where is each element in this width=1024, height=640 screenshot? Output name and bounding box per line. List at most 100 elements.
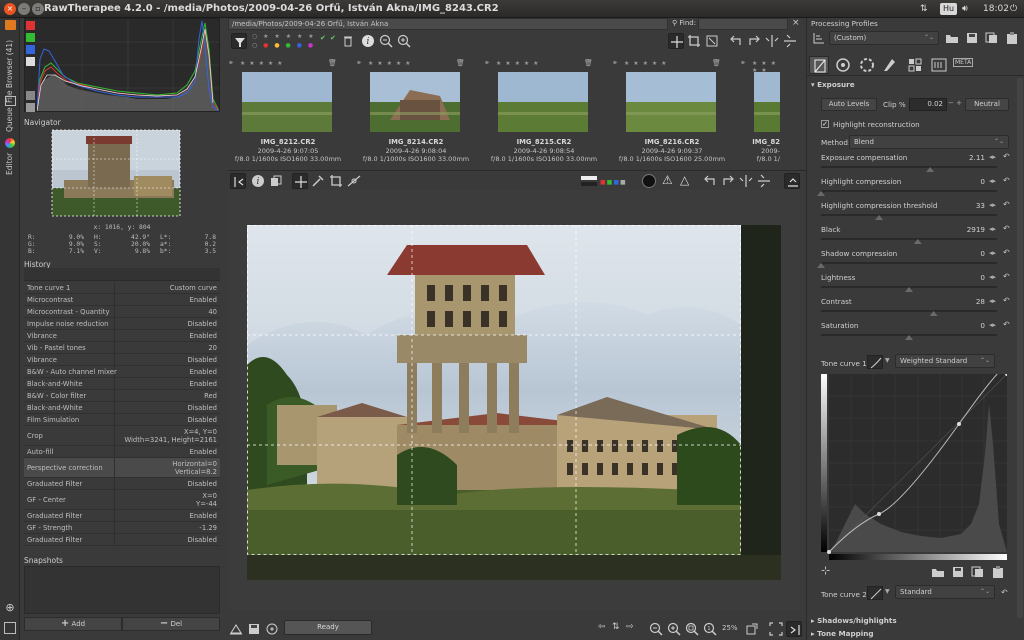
history-item[interactable]: Perspective correction Horizontal=0 Vertic… (24, 458, 220, 478)
thumbnail-image[interactable] (370, 72, 460, 132)
info-icon[interactable]: i (360, 33, 376, 49)
slider-track[interactable] (821, 214, 997, 216)
flip-horizontal-icon[interactable] (764, 33, 780, 49)
sync-icon[interactable]: ⇅ (612, 622, 620, 632)
flip-vertical-icon[interactable] (782, 33, 798, 49)
save-image-icon[interactable] (246, 621, 262, 637)
history-item[interactable]: Film Simulation Disabled (24, 414, 220, 426)
histogram-blue-toggle[interactable] (26, 45, 35, 54)
zoom-in-icon[interactable] (666, 621, 682, 637)
slider-value[interactable]: 0 (937, 249, 985, 258)
link-icon[interactable]: ⚭ (740, 59, 746, 67)
next-image-icon[interactable]: ⇨ (626, 622, 634, 632)
slider-value[interactable]: 0 (937, 177, 985, 186)
tab-transform-icon[interactable] (905, 56, 925, 74)
right-panel-scrollbar[interactable] (1017, 78, 1023, 618)
history-item[interactable]: Black-and-White Enabled (24, 378, 220, 390)
load-profile-icon[interactable] (945, 32, 959, 44)
history-item[interactable]: Vib - Pastel tones 20 (24, 342, 220, 354)
before-after-icon[interactable] (268, 173, 284, 189)
slider-track[interactable] (821, 166, 997, 168)
rating-filter-stars[interactable]: ○ ★ ★ ★ ★ ★ (252, 33, 316, 40)
slider-track[interactable] (821, 190, 997, 192)
find-input[interactable] (698, 18, 788, 30)
minimize-icon[interactable]: – (18, 3, 30, 15)
rotate-left-icon[interactable] (702, 173, 718, 189)
clip-input[interactable]: 0.02 (909, 98, 947, 111)
histogram-green-toggle[interactable] (26, 33, 35, 42)
curve-picker-icon[interactable]: ⊹ (821, 564, 835, 578)
load-curve-icon[interactable] (931, 566, 945, 578)
slider-stepper[interactable]: ◂▸ (989, 201, 996, 209)
tab-raw-icon[interactable] (929, 56, 949, 74)
history-item[interactable]: Impulse noise reduction Disabled (24, 318, 220, 330)
thumbnail-item[interactable]: ⚭ ★ ★ ★ ★ ★ IMG_82 2009- f/8.0 1/ (740, 58, 780, 170)
navigator-preview[interactable] (24, 128, 220, 224)
filter-button[interactable] (231, 33, 247, 49)
slider-value[interactable]: 0 (937, 321, 985, 330)
profile-tree-icon[interactable] (811, 30, 827, 46)
thumbnail-item[interactable]: ⚭ ★ ★ ★ ★ ★ 🗑︎ IMG_8212.CR2 2009-4-26 9:07:0… (228, 58, 341, 170)
hide-right-panel-button[interactable] (786, 621, 802, 637)
preview-mode-icon[interactable] (580, 173, 598, 189)
curve-type-button[interactable] (867, 355, 883, 369)
send-to-queue-icon[interactable] (228, 621, 244, 637)
sort-icon[interactable]: ⇅ (920, 2, 928, 16)
slider-value[interactable]: 2919 (937, 225, 985, 234)
copy-curve-icon[interactable] (971, 566, 985, 578)
link-icon[interactable]: ⚭ (612, 59, 618, 67)
tone-curve-editor[interactable] (821, 374, 1007, 560)
tab-advanced-icon[interactable] (881, 56, 901, 74)
rating-stars[interactable]: ★ ★ ★ ★ ★ (240, 60, 284, 67)
close-icon[interactable]: × (792, 18, 800, 28)
trash-filter-icon[interactable] (340, 33, 356, 49)
paste-profile-icon[interactable] (1005, 32, 1019, 44)
power-icon[interactable]: ⏻ (1010, 2, 1017, 16)
history-item[interactable]: Vibrance Disabled (24, 354, 220, 366)
clip-stepper[interactable]: − + (948, 99, 962, 107)
slider-track[interactable] (821, 238, 997, 240)
fullscreen-icon[interactable] (768, 621, 784, 637)
reset-icon[interactable]: ↶ (1003, 248, 1011, 257)
reset-icon[interactable]: ↶ (1003, 224, 1011, 233)
tab-editor[interactable]: Editor (0, 150, 20, 178)
history-item[interactable]: B&W - Color filter Red (24, 390, 220, 402)
thumbnail-image[interactable] (242, 72, 332, 132)
history-item[interactable]: Tone curve 1 Custom curve (24, 282, 220, 294)
slider-stepper[interactable]: ◂▸ (989, 177, 996, 185)
slider-stepper[interactable]: ◂▸ (989, 225, 996, 233)
paste-curve-icon[interactable] (991, 566, 1005, 578)
zoom-out-icon[interactable] (648, 621, 664, 637)
history-item[interactable]: Black-and-White Disabled (24, 402, 220, 414)
hand-tool-button[interactable] (668, 33, 684, 49)
exposure-header[interactable]: ▾ Exposure (811, 80, 855, 89)
clock[interactable]: 18:02 (983, 2, 1009, 16)
slider-stepper[interactable]: ◂▸ (989, 273, 996, 281)
history-item[interactable]: Auto-fill Enabled (24, 446, 220, 458)
slider-track[interactable] (821, 310, 997, 312)
shadow-clipping-warning-icon[interactable]: ⚠ (662, 173, 673, 187)
external-editor-icon[interactable] (264, 621, 280, 637)
reset-icon[interactable]: ↶ (1003, 200, 1011, 209)
thumbnail-image[interactable] (498, 72, 588, 132)
reset-icon[interactable]: ↶ (1001, 588, 1009, 597)
snapshots-list[interactable] (24, 566, 220, 614)
trash-icon[interactable]: 🗑︎ (456, 59, 465, 67)
close-icon[interactable]: × (4, 3, 16, 15)
rating-stars[interactable]: ★ ★ ★ ★ ★ (496, 60, 540, 67)
tone-curve-1-mode-selector[interactable]: Weighted Standard ⌃⌄ (895, 354, 995, 368)
tab-detail-icon[interactable] (833, 56, 853, 74)
tab-color-icon[interactable] (857, 56, 877, 74)
save-profile-icon[interactable] (965, 32, 979, 44)
slider-value[interactable]: 33 (937, 201, 985, 210)
hide-top-panel-button[interactable] (784, 173, 800, 189)
slider-track[interactable] (821, 262, 997, 264)
history-item[interactable]: Vibrance Enabled (24, 330, 220, 342)
reset-icon[interactable]: ↶ (1003, 296, 1011, 305)
path-field[interactable]: /media/Photos/2009-04-26 Orfű, István Ak… (228, 18, 668, 30)
exported-filter-icon[interactable]: ✔ (330, 34, 336, 42)
prev-image-icon[interactable]: ⇦ (598, 622, 606, 632)
slider-stepper[interactable]: ◂▸ (989, 321, 996, 329)
focus-mask-icon[interactable] (642, 174, 656, 188)
history-item[interactable]: B&W - Auto channel mixer Enabled (24, 366, 220, 378)
